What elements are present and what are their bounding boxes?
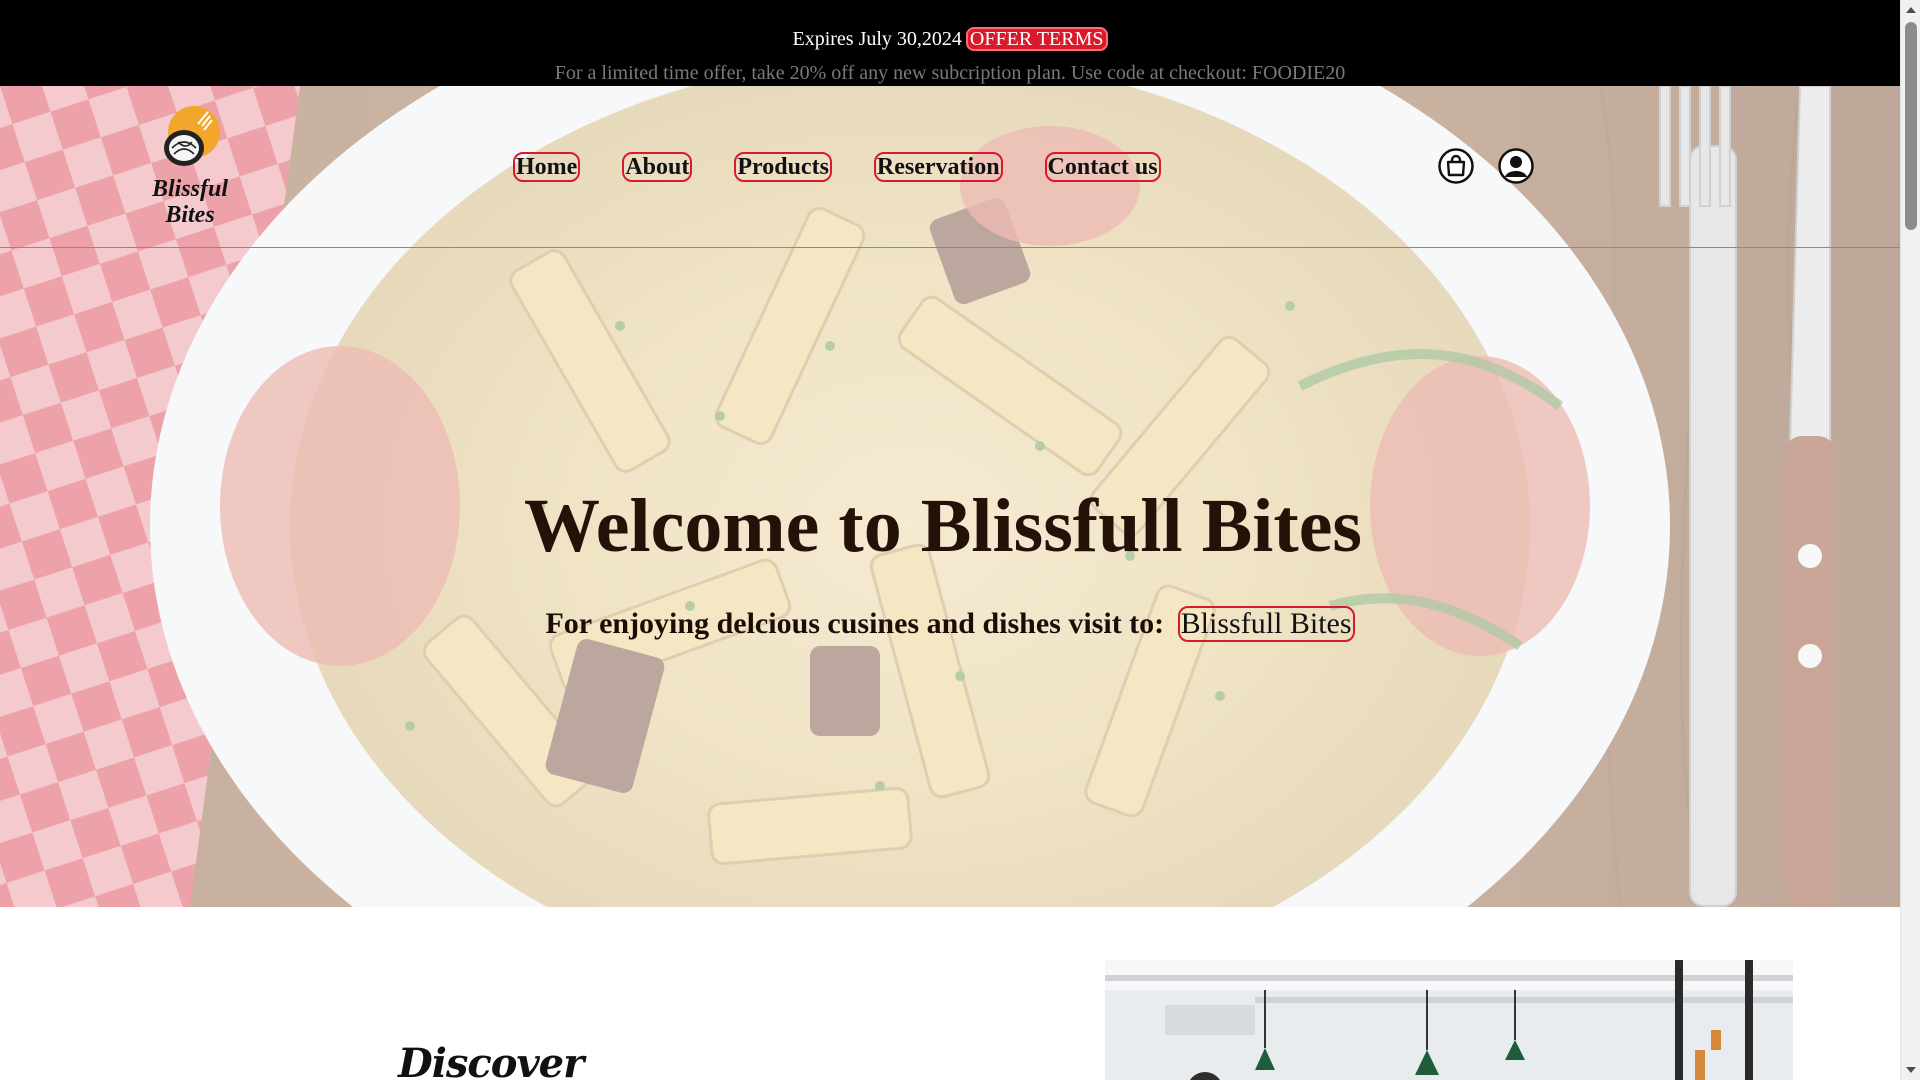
logo-text-line1: Blissful [151, 176, 229, 202]
hero-title: Welcome to Blissfull Bites [0, 481, 1900, 571]
page-scrollbar[interactable] [1900, 0, 1920, 1080]
nav-about[interactable]: About [622, 152, 693, 182]
nav-home[interactable]: Home [513, 152, 581, 182]
promo-expiry-line: Expires July 30,2024 OFFER TERMS [0, 27, 1900, 51]
restaurant-interior-image [1105, 960, 1793, 1080]
logo-text-line2: Bites [165, 202, 215, 228]
nav-contact-us[interactable]: Contact us [1044, 152, 1161, 182]
scrollbar-thumb[interactable] [1905, 22, 1917, 230]
header-divider [0, 247, 1900, 248]
offer-terms-button[interactable]: OFFER TERMS [965, 27, 1108, 51]
main-nav: Home About Products Reservation Contact … [513, 152, 1161, 182]
nav-reservation[interactable]: Reservation [873, 152, 1003, 182]
hero-title-text: Welcome to Blissfull Bites [523, 484, 1363, 568]
hero-brand-link[interactable]: Blissfull Bites [1177, 606, 1355, 642]
logo-emblem-icon [164, 106, 220, 166]
header-actions [1438, 148, 1534, 184]
discover-heading: Discover [398, 1040, 584, 1080]
shopping-bag-icon[interactable] [1438, 148, 1474, 184]
promo-offer-text: For a limited time offer, take 20% off a… [554, 62, 1346, 84]
promo-expiry-text: Expires July 30,2024 [792, 28, 962, 50]
brand-logo[interactable]: Blissful Bites [142, 104, 238, 228]
scroll-up-arrow-icon[interactable] [1904, 3, 1918, 17]
user-account-icon[interactable] [1498, 148, 1534, 184]
hero-section: Blissful Bites Home About Products Reser… [0, 86, 1900, 907]
scroll-down-arrow-icon[interactable] [1904, 1063, 1918, 1077]
page-viewport: Expires July 30,2024 OFFER TERMS For a li… [0, 0, 1900, 1080]
nav-products[interactable]: Products [734, 152, 832, 182]
promo-banner: Expires July 30,2024 OFFER TERMS For a li… [0, 0, 1900, 86]
hero-subtitle-text: For enjoying delcious cusines and dishes… [545, 607, 1165, 640]
hero-subtitle: For enjoying delcious cusines and dishes… [0, 606, 1900, 642]
